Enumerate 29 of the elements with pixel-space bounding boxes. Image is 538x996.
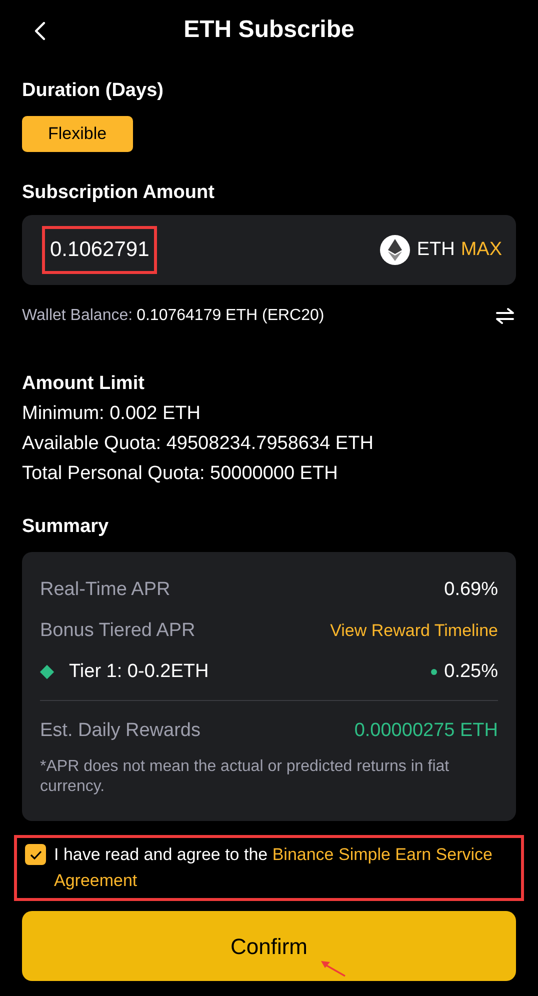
confirm-button[interactable]: Confirm — [22, 911, 516, 981]
section-title: Duration (Days) — [22, 79, 164, 103]
row-label: Real-Time APR — [40, 578, 170, 602]
row-label: Bonus Tiered APR — [40, 619, 196, 643]
row-value: 0.69% — [444, 578, 498, 602]
ethereum-icon — [380, 235, 410, 265]
asset-label: ETH — [416, 238, 455, 262]
balance-value: 0.10764179 ETH (ERC20) — [136, 306, 324, 326]
balance-label: Wallet Balance: — [22, 306, 133, 326]
limit-line: Minimum: 0.002 ETH — [22, 402, 200, 426]
section-title: Summary — [22, 515, 109, 539]
limit-line: Total Personal Quota: 50000000 ETH — [22, 462, 338, 486]
row-label: Est. Daily Rewards — [40, 719, 200, 743]
row-value: 0.00000275 ETH — [354, 719, 498, 743]
row-value: 0.25% — [444, 660, 498, 684]
amount-field[interactable]: 0.1062791 ETH MAX — [22, 215, 516, 285]
section-title: Amount Limit — [22, 372, 144, 396]
reward-timeline-link[interactable]: View Reward Timeline — [330, 619, 498, 643]
row-label: Tier 1: 0-0.2ETH — [69, 660, 209, 684]
check-icon — [30, 850, 42, 860]
duration-option[interactable]: Flexible — [22, 116, 133, 152]
agreement-checkbox[interactable] — [25, 844, 46, 865]
section-title: Subscription Amount — [22, 181, 214, 205]
max-button[interactable]: MAX — [460, 236, 502, 264]
disclaimer-text: *APR does not mean the actual or predicted returns in fiat currency. — [40, 757, 450, 797]
agreement-text: I have read and agree to the Binance Simple Earn Service Agreement — [54, 844, 494, 892]
limit-line: Available Quota: 49508234.7958634 ETH — [22, 432, 374, 456]
page-title: ETH Subscribe — [184, 15, 354, 45]
swap-icon[interactable] — [495, 306, 515, 326]
